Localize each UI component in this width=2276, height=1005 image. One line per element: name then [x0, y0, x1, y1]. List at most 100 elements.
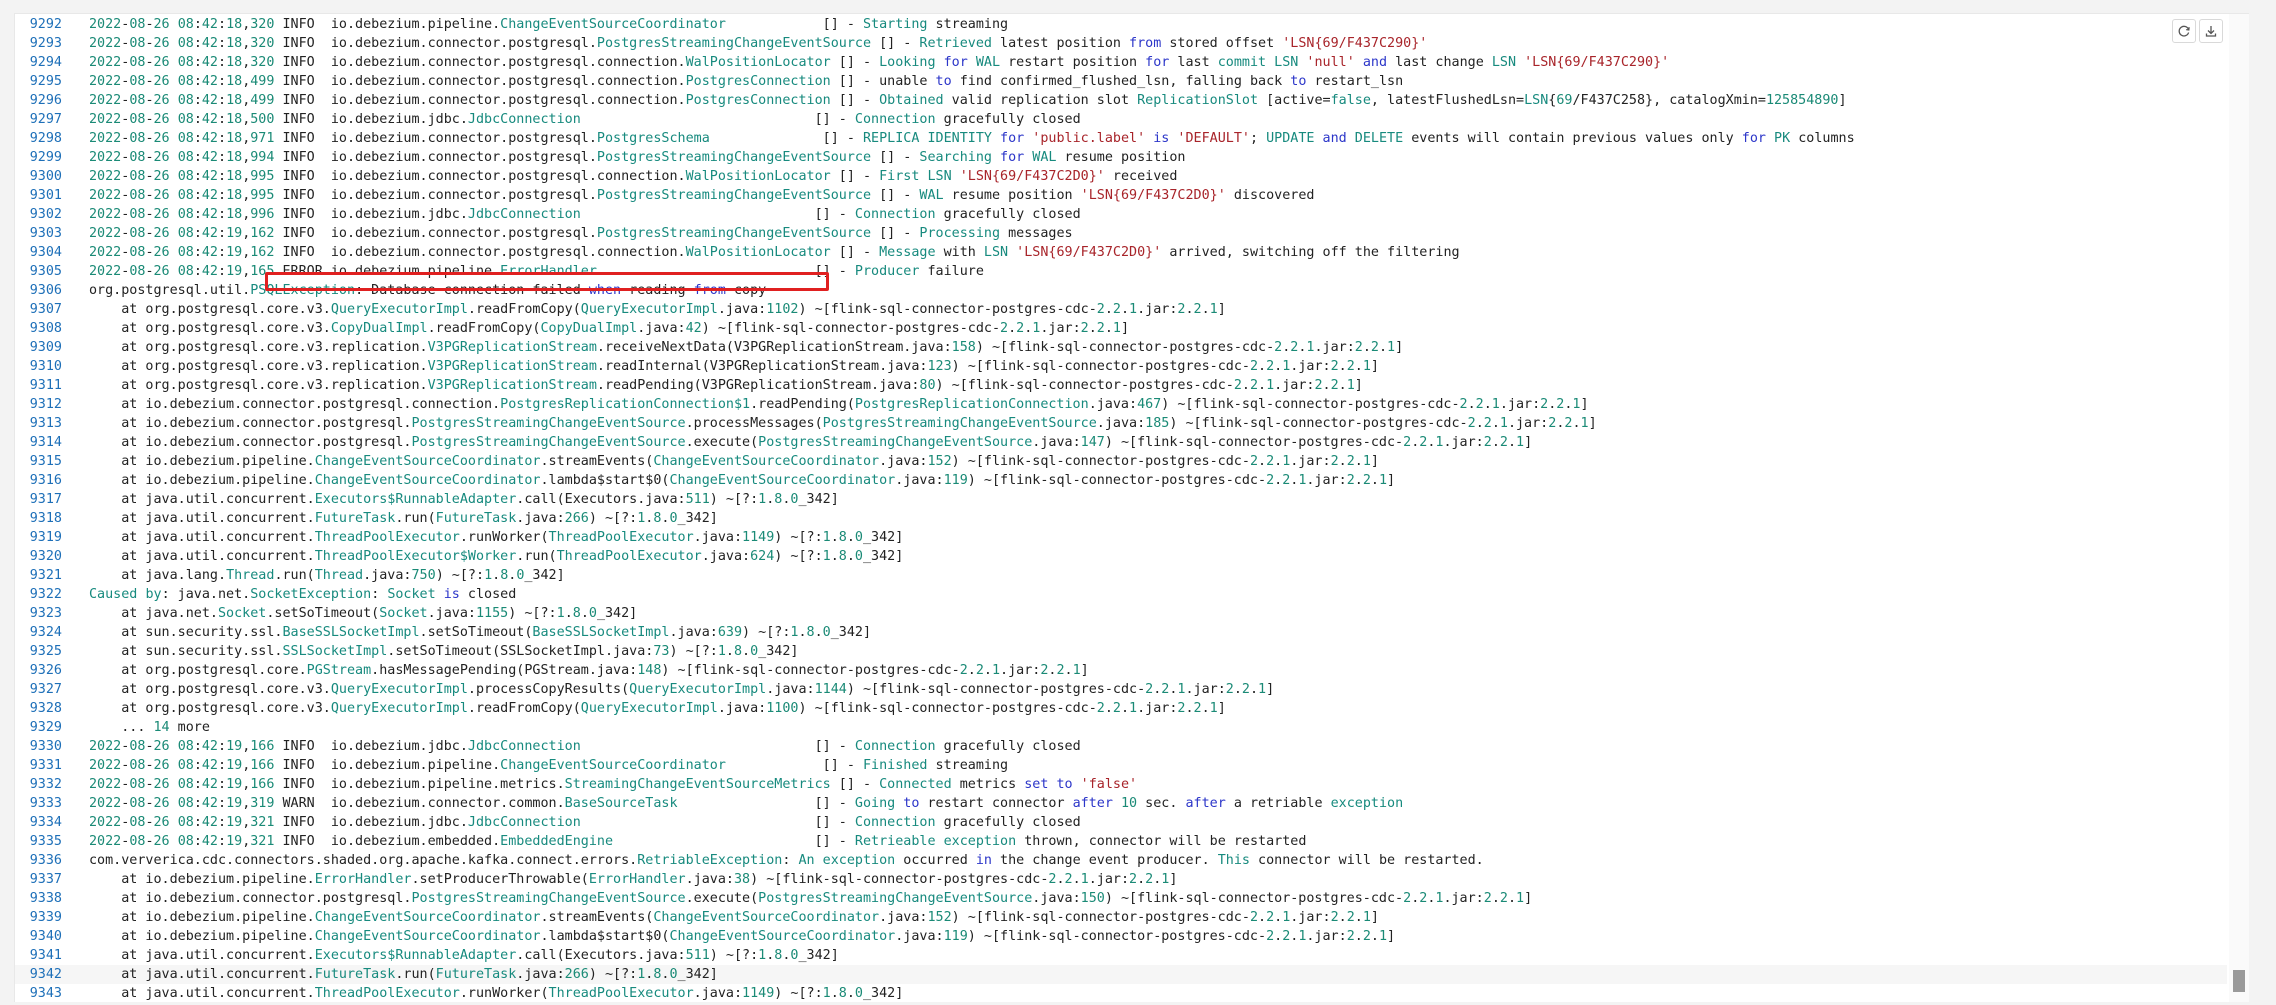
log-text: at org.postgresql.core.v3.QueryExecutorI… — [89, 701, 1226, 716]
log-line[interactable]: 9331 2022-08-26 08:42:19,166 INFO io.debe… — [15, 756, 2227, 775]
line-number: 9327 — [29, 682, 62, 697]
log-line[interactable]: 9314 at io.debezium.connector.postgresql… — [15, 433, 2227, 452]
log-line[interactable]: 9293 2022-08-26 08:42:18,320 INFO io.debe… — [15, 34, 2227, 53]
log-line[interactable]: 9322 Caused by: java.net.SocketException:… — [15, 585, 2227, 604]
log-line[interactable]: 9312 at io.debezium.connector.postgresql… — [15, 395, 2227, 414]
log-line[interactable]: 9321 at java.lang.Thread.run(Thread.java… — [15, 566, 2227, 585]
line-number: 9302 — [29, 207, 62, 222]
log-line[interactable]: 9308 at org.postgresql.core.v3.CopyDualI… — [15, 319, 2227, 338]
line-number: 9336 — [29, 853, 62, 868]
log-line[interactable]: 9300 2022-08-26 08:42:18,995 INFO io.debe… — [15, 167, 2227, 186]
log-text: 2022-08-26 08:42:18,320 INFO io.debezium… — [89, 36, 1428, 51]
log-text: 2022-08-26 08:42:19,162 INFO io.debezium… — [89, 245, 1460, 260]
log-text: at java.util.concurrent.FutureTask.run(F… — [89, 967, 718, 982]
log-line[interactable]: 9294 2022-08-26 08:42:18,320 INFO io.debe… — [15, 53, 2227, 72]
log-line[interactable]: 9329 ... 14 more — [15, 718, 2227, 737]
log-line[interactable]: 9299 2022-08-26 08:42:18,994 INFO io.debe… — [15, 148, 2227, 167]
line-number: 9306 — [29, 283, 62, 298]
log-line[interactable]: 9315 at io.debezium.pipeline.ChangeEvent… — [15, 452, 2227, 471]
log-text: 2022-08-26 08:42:18,499 INFO io.debezium… — [89, 74, 1404, 89]
log-line[interactable]: 9318 at java.util.concurrent.FutureTask.… — [15, 509, 2227, 528]
log-text: at org.postgresql.core.v3.replication.V3… — [89, 378, 1363, 393]
log-line[interactable]: 9327 at org.postgresql.core.v3.QueryExec… — [15, 680, 2227, 699]
line-number: 9307 — [29, 302, 62, 317]
log-line[interactable]: 9340 at io.debezium.pipeline.ChangeEvent… — [15, 927, 2227, 946]
line-number: 9339 — [29, 910, 62, 925]
log-text: 2022-08-26 08:42:18,971 INFO io.debezium… — [89, 131, 1855, 146]
log-line[interactable]: 9328 at org.postgresql.core.v3.QueryExec… — [15, 699, 2227, 718]
log-line[interactable]: 9341 at java.util.concurrent.Executors$R… — [15, 946, 2227, 965]
log-text: com.ververica.cdc.connectors.shaded.org.… — [89, 853, 1484, 868]
log-line[interactable]: 9342 at java.util.concurrent.FutureTask.… — [15, 965, 2227, 984]
log-text: 2022-08-26 08:42:18,994 INFO io.debezium… — [89, 150, 1186, 165]
log-text: at org.postgresql.core.PGStream.hasMessa… — [89, 663, 1089, 678]
log-line[interactable]: 9319 at java.util.concurrent.ThreadPoolE… — [15, 528, 2227, 547]
line-number: 9308 — [29, 321, 62, 336]
log-line[interactable]: 9304 2022-08-26 08:42:19,162 INFO io.debe… — [15, 243, 2227, 262]
log-line[interactable]: 9335 2022-08-26 08:42:19,321 INFO io.debe… — [15, 832, 2227, 851]
log-line[interactable]: 9343 at java.util.concurrent.ThreadPoolE… — [15, 984, 2227, 1002]
log-line[interactable]: 9316 at io.debezium.pipeline.ChangeEvent… — [15, 471, 2227, 490]
log-line[interactable]: 9297 2022-08-26 08:42:18,500 INFO io.debe… — [15, 110, 2227, 129]
line-number: 9343 — [29, 986, 62, 1001]
log-text: 2022-08-26 08:42:18,995 INFO io.debezium… — [89, 169, 1178, 184]
line-number: 9304 — [29, 245, 62, 260]
scrollbar-thumb[interactable] — [2233, 970, 2245, 992]
line-number: 9316 — [29, 473, 62, 488]
line-number: 9292 — [29, 17, 62, 32]
line-number: 9315 — [29, 454, 62, 469]
line-number: 9296 — [29, 93, 62, 108]
log-line[interactable]: 9310 at org.postgresql.core.v3.replicati… — [15, 357, 2227, 376]
log-text: at io.debezium.pipeline.ChangeEventSourc… — [89, 929, 1396, 944]
log-line[interactable]: 9313 at io.debezium.connector.postgresql… — [15, 414, 2227, 433]
log-text: at java.util.concurrent.ThreadPoolExecut… — [89, 549, 904, 564]
log-line[interactable]: 9333 2022-08-26 08:42:19,319 WARN io.debe… — [15, 794, 2227, 813]
line-number: 9312 — [29, 397, 62, 412]
log-line[interactable]: 9307 at org.postgresql.core.v3.QueryExec… — [15, 300, 2227, 319]
log-line[interactable]: 9320 at java.util.concurrent.ThreadPoolE… — [15, 547, 2227, 566]
line-number: 9340 — [29, 929, 62, 944]
log-line[interactable]: 9303 2022-08-26 08:42:19,162 INFO io.debe… — [15, 224, 2227, 243]
log-line[interactable]: 9323 at java.net.Socket.setSoTimeout(Soc… — [15, 604, 2227, 623]
log-text: at io.debezium.pipeline.ChangeEventSourc… — [89, 454, 1379, 469]
log-line[interactable]: 9301 2022-08-26 08:42:18,995 INFO io.debe… — [15, 186, 2227, 205]
line-number: 9299 — [29, 150, 62, 165]
line-number: 9335 — [29, 834, 62, 849]
log-text: 2022-08-26 08:42:19,166 INFO io.debezium… — [89, 777, 1138, 792]
log-line[interactable]: 9325 at sun.security.ssl.SSLSocketImpl.s… — [15, 642, 2227, 661]
line-number: 9330 — [29, 739, 62, 754]
log-line[interactable]: 9311 at org.postgresql.core.v3.replicati… — [15, 376, 2227, 395]
refresh-button[interactable] — [2172, 19, 2196, 43]
log-line[interactable]: 9339 at io.debezium.pipeline.ChangeEvent… — [15, 908, 2227, 927]
log-line[interactable]: 9326 at org.postgresql.core.PGStream.has… — [15, 661, 2227, 680]
line-number: 9333 — [29, 796, 62, 811]
vertical-scrollbar[interactable] — [2229, 14, 2249, 1002]
log-line[interactable]: 9334 2022-08-26 08:42:19,321 INFO io.debe… — [15, 813, 2227, 832]
log-line[interactable]: 9332 2022-08-26 08:42:19,166 INFO io.debe… — [15, 775, 2227, 794]
log-line[interactable]: 9324 at sun.security.ssl.BaseSSLSocketIm… — [15, 623, 2227, 642]
log-text: at io.debezium.pipeline.ChangeEventSourc… — [89, 910, 1379, 925]
log-text: 2022-08-26 08:42:18,996 INFO io.debezium… — [89, 207, 1081, 222]
log-text: at java.util.concurrent.FutureTask.run(F… — [89, 511, 718, 526]
log-line[interactable]: 9302 2022-08-26 08:42:18,996 INFO io.debe… — [15, 205, 2227, 224]
log-line[interactable]: 9336 com.ververica.cdc.connectors.shaded.… — [15, 851, 2227, 870]
log-text: at io.debezium.connector.postgresql.Post… — [89, 416, 1597, 431]
line-number: 9293 — [29, 36, 62, 51]
download-button[interactable] — [2199, 19, 2223, 43]
line-number: 9310 — [29, 359, 62, 374]
log-line[interactable]: 9295 2022-08-26 08:42:18,499 INFO io.debe… — [15, 72, 2227, 91]
line-number: 9300 — [29, 169, 62, 184]
log-line[interactable]: 9298 2022-08-26 08:42:18,971 INFO io.debe… — [15, 129, 2227, 148]
line-number: 9309 — [29, 340, 62, 355]
error-highlight-box — [265, 272, 829, 291]
log-line[interactable]: 9337 at io.debezium.pipeline.ErrorHandle… — [15, 870, 2227, 889]
log-line[interactable]: 9317 at java.util.concurrent.Executors$R… — [15, 490, 2227, 509]
log-line[interactable]: 9330 2022-08-26 08:42:19,166 INFO io.debe… — [15, 737, 2227, 756]
log-line[interactable]: 9292 2022-08-26 08:42:18,320 INFO io.debe… — [15, 15, 2227, 34]
log-line[interactable]: 9338 at io.debezium.connector.postgresql… — [15, 889, 2227, 908]
log-viewer[interactable]: 9292 2022-08-26 08:42:18,320 INFO io.debe… — [14, 13, 2249, 1002]
line-number: 9297 — [29, 112, 62, 127]
log-line[interactable]: 9309 at org.postgresql.core.v3.replicati… — [15, 338, 2227, 357]
log-line[interactable]: 9296 2022-08-26 08:42:18,499 INFO io.debe… — [15, 91, 2227, 110]
log-text: Caused by: java.net.SocketException: Soc… — [89, 587, 517, 602]
